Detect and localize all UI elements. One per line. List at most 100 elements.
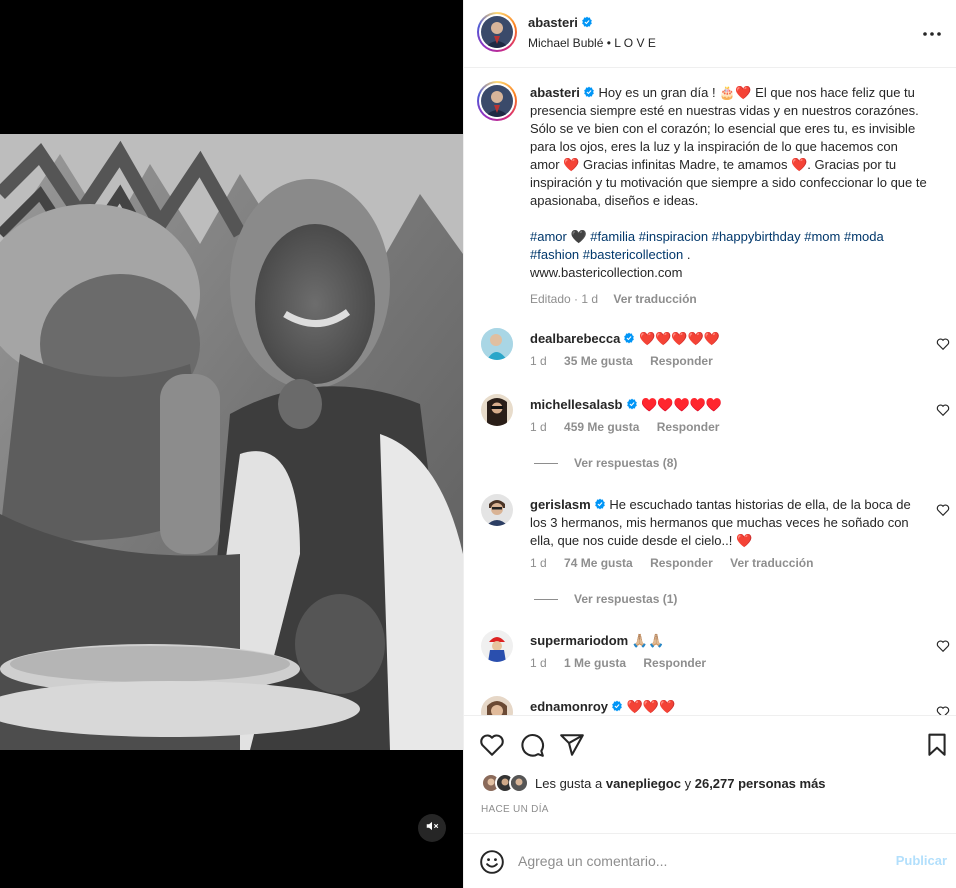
comment-time: 1 d	[530, 354, 547, 368]
comment-text: ♥️♥️♥️♥️♥️	[641, 397, 723, 412]
heart-icon[interactable]	[936, 503, 950, 517]
publish-button[interactable]: Publicar	[896, 853, 947, 868]
author-username-text[interactable]: abasteri	[528, 15, 578, 30]
commenter-username[interactable]: dealbarebecca	[530, 331, 620, 346]
hashtag[interactable]: #familia	[590, 229, 635, 244]
verified-badge-icon	[584, 86, 594, 98]
comment-meta: 1 d 74 Me gusta Responder Ver traducción	[530, 556, 827, 570]
hashtag[interactable]: #bastericollection	[583, 247, 683, 262]
replies-divider	[534, 462, 558, 464]
reply-button[interactable]: Responder	[650, 556, 713, 570]
more-dots-icon	[923, 23, 941, 41]
comment-text: 🙏🏼🙏🏼	[631, 633, 665, 648]
emoji: 🖤	[570, 229, 587, 244]
reply-button[interactable]: Responder	[650, 354, 713, 368]
hashtag[interactable]: #fashion	[530, 247, 579, 262]
likes-prefix: Les gusta a	[535, 775, 603, 791]
comment-body: supermariodom 🙏🏼🙏🏼	[530, 632, 920, 650]
heart-icon[interactable]	[479, 732, 505, 758]
likes-middle: y	[684, 775, 692, 791]
hashtag[interactable]: #inspiracion	[639, 229, 708, 244]
reply-button[interactable]: Responder	[657, 420, 720, 434]
comment-likes[interactable]: 1 Me gusta	[564, 656, 626, 670]
comment-meta: 1 d 35 Me gusta Responder	[530, 354, 727, 368]
caption-avatar[interactable]	[477, 81, 517, 121]
commenter-avatar[interactable]	[481, 394, 513, 426]
comment-body: ednamonroy ❤️❤️❤️	[530, 698, 920, 715]
verified-badge-icon	[582, 16, 592, 28]
view-replies-label[interactable]: Ver respuestas (1)	[574, 592, 677, 606]
mute-button[interactable]	[418, 814, 446, 842]
more-options-button[interactable]	[919, 20, 945, 44]
replies-divider	[534, 598, 558, 600]
comment-input[interactable]	[518, 850, 878, 872]
comment-composer: Publicar	[464, 833, 956, 888]
heart-icon[interactable]	[936, 337, 950, 351]
period: .	[686, 247, 691, 262]
comment-body: michellesalasb ♥️♥️♥️♥️♥️	[530, 396, 920, 414]
caption-username[interactable]: abasteri	[530, 85, 580, 100]
post-media[interactable]	[0, 0, 463, 888]
caption-hashtags: #amor 🖤 #familia #inspiracion #happybirt…	[530, 228, 930, 264]
commenter-avatar[interactable]	[481, 328, 513, 360]
comment-body: dealbarebecca ❤️❤️❤️❤️❤️	[530, 330, 920, 348]
reply-button[interactable]: Responder	[643, 656, 706, 670]
comment-body: gerislasm He escuchado tantas historias …	[530, 496, 920, 550]
commenter-username[interactable]: ednamonroy	[530, 699, 608, 714]
hashtag[interactable]: #mom	[804, 229, 840, 244]
commenter-username[interactable]: gerislasm	[530, 497, 591, 512]
translate-button[interactable]: Ver traducción	[730, 556, 813, 570]
author-username[interactable]: abasteri	[528, 15, 593, 30]
caption-meta: Editado · 1 d Ver traducción	[530, 290, 930, 308]
speaker-muted-icon	[425, 819, 439, 838]
commenter-username[interactable]: supermariodom	[530, 633, 628, 648]
comment-time: 1 d	[530, 556, 547, 570]
comment-likes[interactable]: 459 Me gusta	[564, 420, 639, 434]
comment-likes[interactable]: 74 Me gusta	[564, 556, 633, 570]
heart-icon[interactable]	[936, 639, 950, 653]
comment-meta: 1 d 1 Me gusta Responder	[530, 656, 720, 670]
verified-badge-icon	[594, 498, 605, 510]
caption-edited: Editado · 1 d	[530, 292, 599, 306]
liker-avatar	[509, 773, 529, 793]
share-icon[interactable]	[559, 732, 585, 758]
hashtag[interactable]: #moda	[844, 229, 884, 244]
commenter-avatar[interactable]	[481, 696, 513, 715]
hashtag[interactable]: #amor	[530, 229, 567, 244]
comment-time: 1 d	[530, 420, 547, 434]
post-photo[interactable]	[0, 134, 463, 750]
heart-icon[interactable]	[936, 705, 950, 715]
comment-meta: 1 d 459 Me gusta Responder	[530, 420, 733, 434]
view-replies-label[interactable]: Ver respuestas (8)	[574, 456, 677, 470]
comments-list[interactable]: abasteri Hoy es un gran día ! 🎂❤️ El que…	[464, 69, 956, 715]
liker-username[interactable]: vanepliegoc	[606, 776, 681, 791]
smiley-icon[interactable]	[479, 849, 505, 875]
comment-text: ❤️❤️❤️❤️❤️	[638, 331, 720, 346]
bookmark-icon[interactable]	[924, 732, 950, 758]
caption-translate-link[interactable]: Ver traducción	[613, 292, 696, 306]
verified-badge-icon	[624, 332, 635, 344]
caption-body: Hoy es un gran día ! 🎂❤️ El que nos hace…	[530, 85, 927, 208]
comment-icon[interactable]	[519, 732, 545, 758]
commenter-avatar[interactable]	[481, 494, 513, 526]
view-replies-button[interactable]: Ver respuestas (1)	[534, 592, 677, 606]
hashtag[interactable]: #happybirthday	[712, 229, 801, 244]
audio-subtitle[interactable]: Michael Bublé • L O V E	[528, 36, 656, 50]
caption-text: abasteri Hoy es un gran día ! 🎂❤️ El que…	[530, 84, 930, 308]
heart-icon[interactable]	[936, 403, 950, 417]
caption-link: www.bastericollection.com	[530, 265, 683, 280]
likes-count[interactable]: 26,277 personas más	[695, 776, 826, 791]
commenter-avatar[interactable]	[481, 630, 513, 662]
comment-text: ❤️❤️❤️	[626, 699, 676, 714]
verified-badge-icon	[626, 398, 637, 410]
author-avatar[interactable]	[477, 12, 517, 52]
post-actions: Les gusta a vanepliegoc y 26,277 persona…	[464, 715, 956, 833]
comment-time: 1 d	[530, 656, 547, 670]
verified-badge-icon	[612, 700, 622, 712]
commenter-username[interactable]: michellesalasb	[530, 397, 623, 412]
post-timestamp[interactable]: HACE UN DÍA	[481, 804, 549, 815]
likes-summary[interactable]: Les gusta a vanepliegoc y 26,277 persona…	[481, 773, 826, 793]
likes-text: Les gusta a vanepliegoc y 26,277 persona…	[535, 776, 826, 791]
view-replies-button[interactable]: Ver respuestas (8)	[534, 456, 677, 470]
comment-likes[interactable]: 35 Me gusta	[564, 354, 633, 368]
